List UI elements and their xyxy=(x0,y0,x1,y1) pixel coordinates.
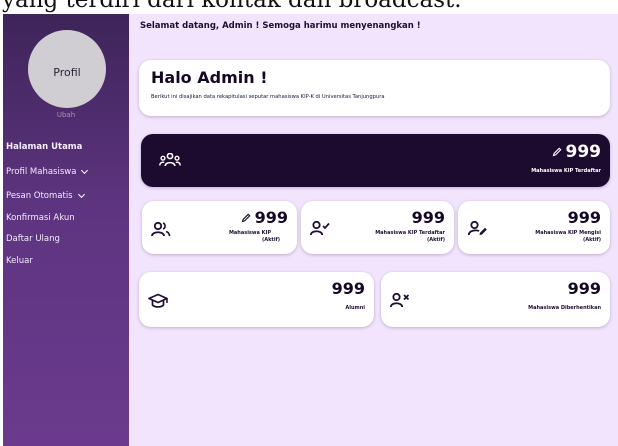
stat-label-line: (Aktif) xyxy=(582,236,601,243)
stat-label-line: Mahasiswa KIP Terdaftar xyxy=(375,230,445,236)
stat-value: 999 xyxy=(254,208,288,227)
stat-label-line: Mahasiswa KIP Mengisi xyxy=(535,230,601,236)
stat-label: Mahasiswa KIP Terdaftar (Aktif) xyxy=(375,230,445,244)
stat-label: Mahasiswa Diberhentikan xyxy=(528,305,601,311)
user-check-icon xyxy=(310,220,330,236)
stat-label: Mahasiswa KIP Mengisi (Aktif) xyxy=(535,230,601,244)
sidebar-item-label: Halaman Utama xyxy=(6,142,83,152)
hello-card: Halo Admin ! Berikut ini disajikan data … xyxy=(139,60,610,116)
pencil-icon[interactable] xyxy=(241,213,251,223)
sidebar-item-pesan-otomatis[interactable]: Pesan Otomatis xyxy=(6,190,85,201)
stat-value: 999 xyxy=(411,208,445,227)
stat-label-line: (Aktif) xyxy=(426,236,445,243)
stat-card-alumni[interactable]: 999 Alumni xyxy=(139,272,374,327)
sidebar-item-label: Profil Mahasiswa xyxy=(6,167,77,177)
stat-label-line: (Aktif) xyxy=(261,236,280,243)
stat-value: 999 xyxy=(567,279,601,298)
sidebar: Profil Ubah Halaman Utama Profil Mahasis… xyxy=(3,14,129,446)
stat-card-filling-active[interactable]: 999 Mahasiswa KIP Mengisi (Aktif) xyxy=(458,201,610,254)
pencil-icon[interactable] xyxy=(552,147,562,157)
users-group-icon xyxy=(151,221,171,237)
users-group-icon xyxy=(159,153,181,167)
stat-card-dismissed[interactable]: 999 Mahasiswa Diberhentikan xyxy=(381,272,610,327)
graduation-cap-icon xyxy=(148,293,168,309)
stat-value: 999 xyxy=(331,279,365,298)
stat-card-active[interactable]: 999 Mahasiswa KIP (Aktif) xyxy=(142,201,297,254)
stat-card-registered[interactable]: 999 Mahasiswa KIP Terdaftar xyxy=(141,134,610,187)
header-partial-text-strip: yang terdiri dari kontak dan broadcast. xyxy=(0,0,618,14)
user-x-icon xyxy=(390,292,410,308)
welcome-message: Selamat datang, Admin ! Semoga harimu me… xyxy=(140,21,421,31)
sidebar-item-profil-mahasiswa[interactable]: Profil Mahasiswa xyxy=(6,166,89,177)
stat-value: 999 xyxy=(567,208,601,227)
page-title: Halo Admin ! xyxy=(151,68,268,87)
avatar-label: Profil xyxy=(53,65,81,79)
chevron-down-icon xyxy=(81,166,89,175)
main-content: Selamat datang, Admin ! Semoga harimu me… xyxy=(129,14,618,446)
sidebar-item-daftar-ulang[interactable]: Daftar Ulang xyxy=(6,234,60,244)
sidebar-item-keluar[interactable]: Keluar xyxy=(6,256,33,266)
stat-label: Mahasiswa KIP Terdaftar xyxy=(531,168,601,174)
sidebar-item-label: Pesan Otomatis xyxy=(6,191,73,201)
stat-label-line: Mahasiswa KIP xyxy=(228,230,272,236)
stat-value-row: 999 xyxy=(241,208,288,227)
avatar[interactable]: Profil xyxy=(28,30,106,108)
user-edit-icon xyxy=(468,220,488,236)
sidebar-item-halaman-utama[interactable]: Halaman Utama xyxy=(6,142,82,152)
chevron-down-icon xyxy=(77,190,85,199)
stat-value: 999 xyxy=(565,142,602,162)
stat-label: Mahasiswa KIP (Aktif) xyxy=(220,230,280,244)
sidebar-item-label: Daftar Ulang xyxy=(6,234,60,244)
avatar-change-link[interactable]: Ubah xyxy=(3,111,129,119)
header-partial-text: yang terdiri dari kontak dan broadcast. xyxy=(2,0,462,13)
sidebar-item-label: Keluar xyxy=(6,256,33,266)
sidebar-item-konfirmasi-akun[interactable]: Konfirmasi Akun xyxy=(6,213,75,223)
page-subtitle: Berikut ini disajikan data rekapitulasi … xyxy=(151,94,385,100)
stat-value-row: 999 xyxy=(552,142,602,162)
stat-card-registered-active[interactable]: 999 Mahasiswa KIP Terdaftar (Aktif) xyxy=(301,201,454,254)
stat-label: Alumni xyxy=(345,305,365,311)
sidebar-item-label: Konfirmasi Akun xyxy=(6,213,75,223)
